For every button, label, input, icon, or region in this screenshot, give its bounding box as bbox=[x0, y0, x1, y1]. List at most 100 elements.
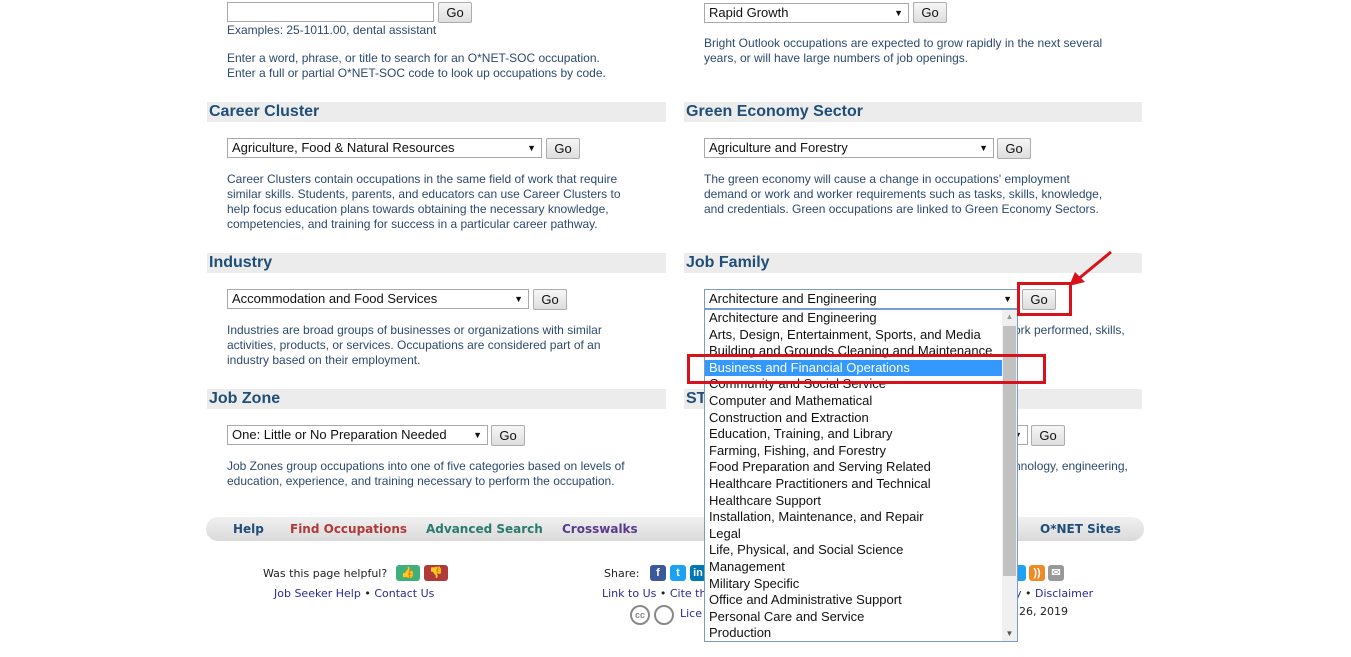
legal-links: y • Disclaimer bbox=[1015, 587, 1094, 600]
job-zone-select[interactable]: One: Little or No Preparation Needed ▼ bbox=[227, 425, 488, 445]
annotation-arrow-icon bbox=[1069, 250, 1112, 286]
dropdown-option[interactable]: Education, Training, and Library bbox=[705, 426, 1002, 443]
green-desc: The green economy will cause a change in… bbox=[704, 172, 1102, 217]
desc-line: competencies, and training for success i… bbox=[227, 217, 598, 231]
green-economy-select[interactable]: Agriculture and Forestry ▼ bbox=[704, 138, 994, 158]
thumbs-down-icon[interactable]: 👎 bbox=[424, 565, 448, 581]
keyword-go-button[interactable]: Go bbox=[438, 2, 472, 23]
dropdown-arrow-icon: ▼ bbox=[514, 294, 523, 304]
thumbs-up-icon[interactable]: 👍 bbox=[396, 565, 420, 581]
dropdown-option[interactable]: Healthcare Practitioners and Technical bbox=[705, 476, 1002, 493]
desc-line: industry based on their employment. bbox=[227, 353, 421, 367]
industry-select[interactable]: Accommodation and Food Services ▼ bbox=[227, 289, 529, 309]
job-zone-heading: Job Zone bbox=[207, 389, 666, 409]
contact-us-link[interactable]: Contact Us bbox=[374, 587, 434, 600]
dropdown-option[interactable]: Personal Care and Service bbox=[705, 609, 1002, 626]
selected-value: Accommodation and Food Services bbox=[232, 291, 438, 306]
bright-outlook-select[interactable]: Rapid Growth ▼ bbox=[704, 3, 909, 23]
desc-line: The green economy will cause a change in… bbox=[704, 172, 1070, 186]
helpful-question: Was this page helpful? bbox=[263, 567, 388, 580]
dropdown-option[interactable]: Installation, Maintenance, and Repair bbox=[705, 509, 1002, 526]
desc-line: Job Zones group occupations into one of … bbox=[227, 459, 625, 473]
nav-help[interactable]: Help bbox=[233, 522, 264, 536]
dropdown-option[interactable]: Food Preparation and Serving Related bbox=[705, 459, 1002, 476]
career-cluster-select[interactable]: Agriculture, Food & Natural Resources ▼ bbox=[227, 138, 542, 158]
dropdown-option[interactable]: Computer and Mathematical bbox=[705, 393, 1002, 410]
scroll-up-icon[interactable]: ▲ bbox=[1002, 310, 1017, 324]
cite-links: Link to Us • Cite th bbox=[602, 587, 707, 600]
dropdown-option[interactable]: Legal bbox=[705, 526, 1002, 543]
dropdown-option[interactable]: Arts, Design, Entertainment, Sports, and… bbox=[705, 327, 1002, 344]
updated-date: 26, 2019 bbox=[1019, 605, 1068, 618]
scroll-down-icon[interactable]: ▼ bbox=[1002, 627, 1017, 641]
nav-advanced-search[interactable]: Advanced Search bbox=[426, 522, 543, 536]
nav-find-occupations[interactable]: Find Occupations bbox=[290, 522, 407, 536]
dropdown-arrow-icon: ▼ bbox=[894, 8, 903, 18]
dropdown-option[interactable]: Construction and Extraction bbox=[705, 410, 1002, 427]
creative-commons-icon: cc bbox=[630, 605, 650, 625]
bright-go-button[interactable]: Go bbox=[913, 2, 947, 23]
bright-desc-1: Bright Outlook occupations are expected … bbox=[704, 36, 1103, 50]
job-zone-go-button[interactable]: Go bbox=[491, 425, 525, 446]
green-go-button[interactable]: Go bbox=[997, 138, 1031, 159]
keyword-desc-1: Enter a word, phrase, or title to search… bbox=[227, 51, 600, 65]
attribution-icon bbox=[654, 605, 674, 625]
selected-value: One: Little or No Preparation Needed bbox=[232, 427, 447, 442]
rss-icon[interactable]: )) bbox=[1029, 565, 1045, 581]
dropdown-arrow-icon: ▼ bbox=[979, 143, 988, 153]
dropdown-arrow-icon: ▼ bbox=[473, 430, 482, 440]
industry-go-button[interactable]: Go bbox=[533, 289, 567, 310]
help-links: Job Seeker Help • Contact Us bbox=[274, 587, 435, 600]
green-economy-heading: Green Economy Sector bbox=[684, 102, 1142, 122]
annotation-box-go bbox=[1017, 282, 1072, 316]
career-go-button[interactable]: Go bbox=[546, 138, 580, 159]
link-to-us-link[interactable]: Link to Us bbox=[602, 587, 656, 600]
dropdown-option[interactable]: Healthcare Support bbox=[705, 493, 1002, 510]
job-zone-desc: Job Zones group occupations into one of … bbox=[227, 459, 625, 489]
career-cluster-heading: Career Cluster bbox=[207, 102, 666, 122]
dropdown-option[interactable]: Military Specific bbox=[705, 576, 1002, 593]
cite-link[interactable]: Cite th bbox=[670, 587, 707, 600]
desc-line: help focus education plans towards obtai… bbox=[227, 202, 609, 216]
dropdown-arrow-icon: ▼ bbox=[1003, 294, 1012, 304]
job-family-select[interactable]: Architecture and Engineering ▼ bbox=[704, 289, 1018, 309]
desc-line: activities, products, or services. Occup… bbox=[227, 338, 601, 352]
dropdown-option[interactable]: Life, Physical, and Social Science bbox=[705, 542, 1002, 559]
desc-line: Career Clusters contain occupations in t… bbox=[227, 172, 618, 186]
share-label: Share: bbox=[604, 567, 640, 580]
job-family-desc: ork performed, skills, bbox=[1014, 323, 1125, 337]
selected-value: Agriculture, Food & Natural Resources bbox=[232, 140, 455, 155]
industry-desc: Industries are broad groups of businesse… bbox=[227, 323, 602, 368]
keyword-examples: Examples: 25-1011.00, dental assistant bbox=[227, 23, 437, 37]
desc-line: and credentials. Green occupations are l… bbox=[704, 202, 1099, 216]
dropdown-option[interactable]: Office and Administrative Support bbox=[705, 592, 1002, 609]
stem-go-button[interactable]: Go bbox=[1031, 425, 1065, 446]
dropdown-option[interactable]: Architecture and Engineering bbox=[705, 310, 1002, 327]
keyword-search-input[interactable] bbox=[227, 2, 434, 22]
career-desc: Career Clusters contain occupations in t… bbox=[227, 172, 621, 232]
dropdown-arrow-icon: ▼ bbox=[527, 143, 536, 153]
desc-line: Industries are broad groups of businesse… bbox=[227, 323, 602, 337]
annotation-box-option bbox=[687, 354, 1046, 384]
dropdown-option[interactable]: Production bbox=[705, 625, 1002, 641]
selected-value: Rapid Growth bbox=[709, 5, 789, 20]
nav-crosswalks[interactable]: Crosswalks bbox=[562, 522, 638, 536]
job-seeker-help-link[interactable]: Job Seeker Help bbox=[274, 587, 361, 600]
nav-onet-sites[interactable]: O*NET Sites bbox=[1040, 522, 1121, 536]
facebook-icon[interactable]: f bbox=[650, 565, 666, 581]
bright-desc-2: years, or will have large numbers of job… bbox=[704, 51, 969, 65]
dropdown-option[interactable]: Management bbox=[705, 559, 1002, 576]
desc-line: education, experience, and training nece… bbox=[227, 474, 615, 488]
twitter-icon[interactable]: t bbox=[670, 565, 686, 581]
industry-heading: Industry bbox=[207, 253, 666, 273]
dropdown-option[interactable]: Farming, Fishing, and Forestry bbox=[705, 443, 1002, 460]
license-link[interactable]: Lice bbox=[680, 607, 702, 620]
desc-line: demand or work and worker requirements s… bbox=[704, 187, 1103, 201]
email-icon[interactable]: ✉ bbox=[1048, 565, 1064, 581]
desc-line: similar skills. Students, parents, and e… bbox=[227, 187, 621, 201]
selected-value: Architecture and Engineering bbox=[709, 291, 877, 306]
disclaimer-link[interactable]: Disclaimer bbox=[1035, 587, 1093, 600]
selected-value: Agriculture and Forestry bbox=[709, 140, 848, 155]
keyword-desc-2: Enter a full or partial O*NET-SOC code t… bbox=[227, 66, 606, 80]
stem-desc: hnology, engineering, bbox=[1014, 459, 1128, 473]
